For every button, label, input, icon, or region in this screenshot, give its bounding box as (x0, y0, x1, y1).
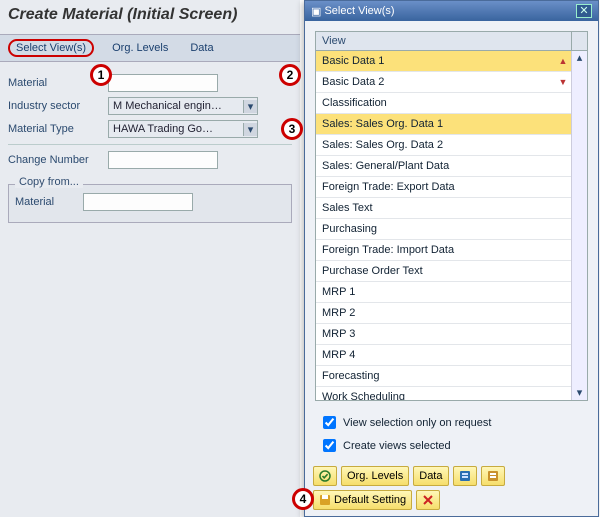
form-area: Material Industry sector M Mechanical en… (0, 62, 300, 178)
view-row-label: Purchasing (316, 223, 555, 235)
main-screen: Create Material (Initial Screen) Select … (0, 0, 300, 517)
column-selection (571, 32, 587, 50)
view-row-label: Sales: Sales Org. Data 2 (316, 139, 555, 151)
material-type-value: HAWA Trading Go… (109, 123, 243, 135)
chevron-down-icon: ▾ (243, 100, 257, 113)
callout-3: 3 (281, 118, 303, 140)
data-button[interactable]: Data (413, 466, 448, 486)
copy-material-label: Material (15, 196, 83, 208)
select-all-button[interactable] (453, 466, 477, 486)
select-views-dialog: ▣ Select View(s) ✕ View Basic Data 1▲Bas… (304, 0, 599, 517)
view-row[interactable]: Basic Data 1▲ (316, 51, 571, 72)
list-header: View (316, 32, 587, 51)
change-number-input[interactable] (108, 151, 218, 169)
scrollbar[interactable]: ▴ ▾ (571, 51, 587, 400)
view-row-label: Foreign Trade: Export Data (316, 181, 555, 193)
dialog-title: Select View(s) (324, 5, 576, 17)
tab-row: Select View(s) Org. Levels Data (0, 34, 300, 62)
dialog-button-bar: Org. Levels Data Default Setting (305, 461, 598, 516)
row-marker: ▼ (555, 77, 571, 87)
window-icon: ▣ (311, 5, 321, 18)
view-row[interactable]: MRP 1 (316, 282, 571, 303)
view-list: View Basic Data 1▲Basic Data 2▼Classific… (315, 31, 588, 401)
cancel-icon (422, 494, 434, 506)
material-type-select[interactable]: HAWA Trading Go… ▾ (108, 120, 258, 138)
select-all-icon (459, 470, 471, 482)
industry-sector-label: Industry sector (8, 100, 108, 112)
view-row-label: MRP 1 (316, 286, 555, 298)
view-row[interactable]: Foreign Trade: Export Data (316, 177, 571, 198)
chk2-label: Create views selected (343, 440, 451, 452)
view-row[interactable]: Sales: Sales Org. Data 2 (316, 135, 571, 156)
view-row-label: Classification (316, 97, 555, 109)
view-row-label: Sales Text (316, 202, 555, 214)
view-row-label: Basic Data 1 (316, 55, 555, 67)
column-view: View (316, 32, 571, 50)
tab-data[interactable]: Data (186, 40, 217, 56)
view-row-label: Forecasting (316, 370, 555, 382)
deselect-all-button[interactable] (481, 466, 505, 486)
material-type-label: Material Type (8, 123, 108, 135)
view-row-label: Sales: General/Plant Data (316, 160, 555, 172)
copy-from-title: Copy from... (15, 176, 83, 188)
dialog-titlebar: ▣ Select View(s) ✕ (305, 1, 598, 21)
material-input[interactable] (108, 74, 218, 92)
view-row[interactable]: MRP 3 (316, 324, 571, 345)
view-row[interactable]: Classification (316, 93, 571, 114)
callout-1: 1 (90, 64, 112, 86)
view-row-label: Foreign Trade: Import Data (316, 244, 555, 256)
callout-4: 4 (292, 488, 314, 510)
view-row[interactable]: Purchasing (316, 219, 571, 240)
view-row-label: MRP 2 (316, 307, 555, 319)
check-icon (319, 470, 331, 482)
tab-org-levels[interactable]: Org. Levels (108, 40, 172, 56)
callout-2: 2 (279, 64, 301, 86)
copy-from-group: Copy from... Material (8, 184, 292, 223)
change-number-label: Change Number (8, 154, 108, 166)
org-levels-button[interactable]: Org. Levels (341, 466, 409, 486)
view-row[interactable]: Sales: Sales Org. Data 1 (316, 114, 571, 135)
scroll-down-icon[interactable]: ▾ (577, 386, 583, 400)
view-row[interactable]: Sales: General/Plant Data (316, 156, 571, 177)
create-views-selected-checkbox[interactable] (323, 439, 336, 452)
continue-button[interactable] (313, 466, 337, 486)
copy-material-input[interactable] (83, 193, 193, 211)
cancel-button[interactable] (416, 490, 440, 510)
industry-sector-select[interactable]: M Mechanical engin… ▾ (108, 97, 258, 115)
view-row-label: MRP 4 (316, 349, 555, 361)
close-icon[interactable]: ✕ (576, 4, 592, 18)
view-row[interactable]: Purchase Order Text (316, 261, 571, 282)
list-rows: Basic Data 1▲Basic Data 2▼Classification… (316, 51, 571, 400)
page-title: Create Material (Initial Screen) (0, 0, 300, 34)
chevron-down-icon: ▾ (243, 123, 257, 136)
view-row[interactable]: MRP 4 (316, 345, 571, 366)
default-setting-button[interactable]: Default Setting (313, 490, 412, 510)
tab-select-views[interactable]: Select View(s) (8, 39, 94, 57)
view-selection-on-request-checkbox[interactable] (323, 416, 336, 429)
view-row-label: Basic Data 2 (316, 76, 555, 88)
view-row[interactable]: Sales Text (316, 198, 571, 219)
row-marker: ▲ (555, 56, 571, 66)
view-row[interactable]: Work Scheduling (316, 387, 571, 400)
view-row-label: Work Scheduling (316, 391, 555, 400)
save-icon (319, 494, 331, 506)
industry-sector-value: M Mechanical engin… (109, 100, 243, 112)
view-row-label: Purchase Order Text (316, 265, 555, 277)
view-row-label: MRP 3 (316, 328, 555, 340)
view-row-label: Sales: Sales Org. Data 1 (316, 118, 555, 130)
deselect-all-icon (487, 470, 499, 482)
view-row[interactable]: Basic Data 2▼ (316, 72, 571, 93)
view-row[interactable]: MRP 2 (316, 303, 571, 324)
view-row[interactable]: Forecasting (316, 366, 571, 387)
scroll-up-icon[interactable]: ▴ (577, 51, 583, 65)
chk1-label: View selection only on request (343, 417, 491, 429)
view-row[interactable]: Foreign Trade: Import Data (316, 240, 571, 261)
